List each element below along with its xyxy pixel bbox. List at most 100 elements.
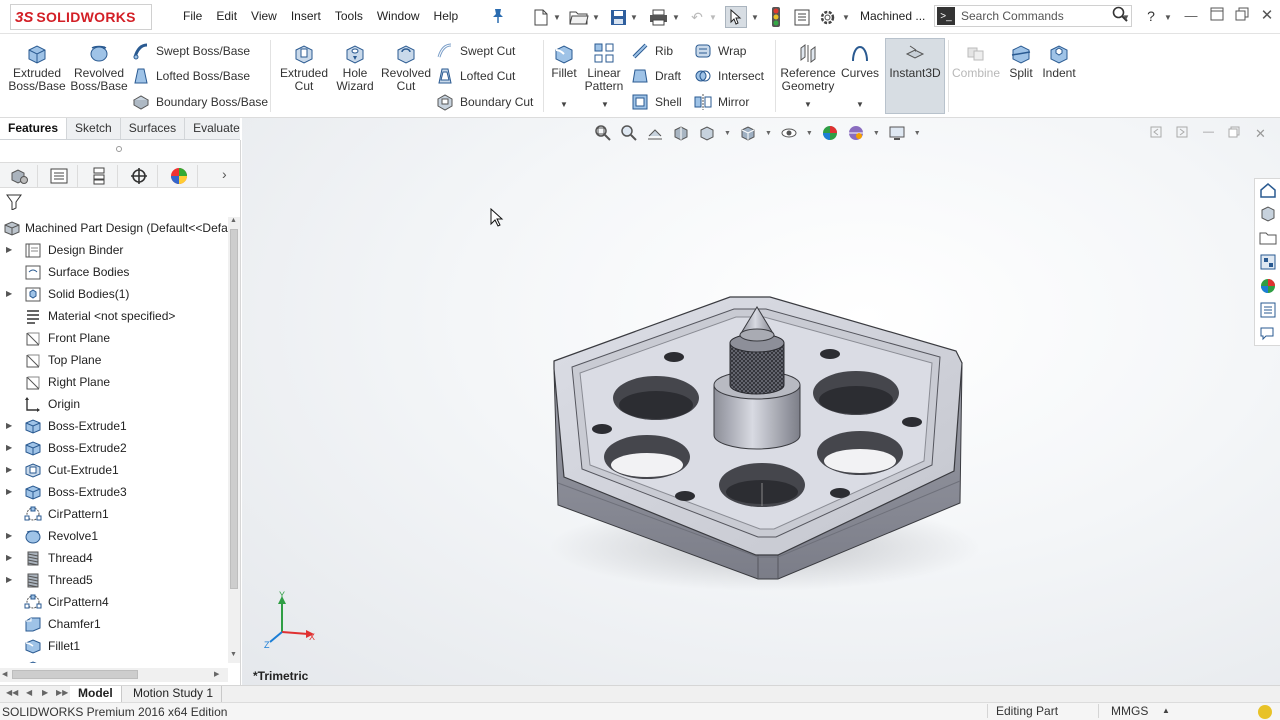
print-dropdown-icon[interactable]: ▼ [672, 6, 680, 28]
expand-arrow-icon[interactable]: ▶ [6, 465, 12, 474]
tab-next-arrow-icon[interactable]: ▶ [42, 688, 48, 697]
help-icon[interactable]: ? [1142, 7, 1160, 25]
menu-view[interactable]: View [244, 9, 284, 23]
curves-button[interactable]: Curves [840, 42, 880, 80]
tree-item[interactable]: ▶ Cut-Extrude1 [0, 459, 228, 481]
display-style-icon[interactable] [739, 124, 757, 142]
shell-button[interactable]: Shell [631, 93, 682, 111]
indent-button[interactable]: Indent [1040, 42, 1078, 80]
lofted-cut-button[interactable]: Lofted Cut [436, 67, 515, 85]
tab-first-arrow-icon[interactable]: ◀◀ [6, 688, 18, 697]
menu-help[interactable]: Help [427, 9, 466, 23]
curves-dropdown-icon[interactable]: ▼ [856, 100, 864, 109]
hole-wizard-button[interactable]: Hole Wizard [334, 42, 376, 93]
swept-cut-button[interactable]: Swept Cut [436, 42, 515, 60]
tree-item[interactable]: Fillet1 [0, 635, 228, 657]
view-settings-dropdown-icon[interactable]: ▼ [914, 130, 921, 137]
unit-system-dropdown-icon[interactable]: ▲ [1162, 706, 1170, 715]
appearances-scenes-icon[interactable] [1259, 277, 1277, 295]
section-view-icon[interactable] [672, 124, 690, 142]
select-dropdown-icon[interactable]: ▼ [751, 6, 759, 28]
display-manager-tab-icon[interactable] [160, 165, 198, 187]
tree-scroll-thumb[interactable] [230, 229, 238, 589]
hide-show-dropdown-icon[interactable]: ▼ [806, 130, 813, 137]
expand-arrow-icon[interactable]: ▶ [6, 245, 12, 254]
filter-icon[interactable] [6, 194, 22, 211]
undo-icon[interactable]: ↶ [687, 6, 707, 28]
tree-item[interactable]: Right Plane [0, 371, 228, 393]
property-manager-tab-icon[interactable] [40, 165, 78, 187]
tree-item[interactable]: ▶ Boss-Extrude1 [0, 415, 228, 437]
menu-insert[interactable]: Insert [284, 9, 328, 23]
scroll-left-arrow-icon[interactable]: ◀ [2, 670, 7, 678]
minimize-icon[interactable]: — [1182, 7, 1200, 25]
reference-geometry-dropdown-icon[interactable]: ▼ [804, 100, 812, 109]
panel-splitter-handle[interactable] [116, 146, 122, 152]
file-explorer-icon[interactable] [1259, 229, 1277, 247]
tree-item[interactable]: ▶ Boss-Extrude2 [0, 437, 228, 459]
tree-item[interactable]: CirPattern1 [0, 503, 228, 525]
tree-hscroll-thumb[interactable] [12, 670, 138, 679]
menu-file[interactable]: File [176, 9, 209, 23]
search-commands-box[interactable]: >_ Search Commands [934, 5, 1132, 27]
expand-arrow-icon[interactable]: ▶ [6, 289, 12, 298]
new-dropdown-icon[interactable]: ▼ [553, 6, 561, 28]
expand-arrow-icon[interactable]: ▶ [6, 421, 12, 430]
file-properties-icon[interactable] [792, 6, 812, 28]
print-icon[interactable] [647, 6, 669, 28]
rib-button[interactable]: Rib [631, 42, 673, 60]
viewport-minimize-icon[interactable]: — [1203, 126, 1214, 138]
pin-icon[interactable] [491, 8, 505, 24]
tree-item[interactable]: Chamfer1 [0, 613, 228, 635]
scroll-right-arrow-icon[interactable]: ▶ [214, 670, 219, 678]
tree-horizontal-scrollbar[interactable]: ◀ ▶ [0, 668, 228, 682]
expand-arrow-icon[interactable]: ▶ [6, 487, 12, 496]
rebuild-traffic-light-icon[interactable] [768, 6, 784, 28]
linear-pattern-dropdown-icon[interactable]: ▼ [601, 100, 609, 109]
open-folder-icon[interactable] [568, 6, 590, 28]
menu-tools[interactable]: Tools [328, 9, 370, 23]
fillet-dropdown-icon[interactable]: ▼ [560, 100, 568, 109]
restore-window-icon[interactable] [1208, 7, 1226, 25]
tab-motion-study-1[interactable]: Motion Study 1 [125, 686, 223, 702]
close-icon[interactable]: ✕ [1258, 7, 1276, 25]
search-dropdown-icon[interactable]: ▼ [1122, 6, 1130, 28]
viewport-previous-icon[interactable] [1150, 126, 1162, 141]
scroll-down-arrow-icon[interactable]: ▼ [230, 651, 237, 658]
expand-arrow-icon[interactable]: ▶ [6, 443, 12, 452]
search-input[interactable]: Search Commands [961, 9, 1109, 23]
solidworks-logo[interactable]: 3S SOLIDWORKS [10, 4, 152, 30]
feature-manager-tab-icon[interactable] [0, 165, 38, 187]
tree-item[interactable]: ▶ Thread5 [0, 569, 228, 591]
select-cursor-icon[interactable] [725, 6, 747, 28]
menu-window[interactable]: Window [370, 9, 427, 23]
lofted-boss-button[interactable]: Lofted Boss/Base [132, 67, 250, 85]
draft-button[interactable]: Draft [631, 67, 681, 85]
tree-root-part[interactable]: Machined Part Design (Default<<Defa [0, 217, 228, 239]
tab-surfaces[interactable]: Surfaces [121, 118, 186, 139]
view-orientation-dropdown-icon[interactable]: ▼ [724, 130, 731, 137]
view-palette-icon[interactable] [1259, 253, 1277, 271]
extruded-boss-button[interactable]: Extruded Boss/Base [8, 42, 66, 93]
rebuild-hint-icon[interactable] [1258, 705, 1272, 719]
view-orientation-icon[interactable] [698, 124, 716, 142]
zoom-to-fit-icon[interactable] [594, 124, 612, 142]
hide-show-items-icon[interactable] [780, 124, 798, 142]
tree-item[interactable]: ▶ Design Binder [0, 239, 228, 261]
expand-arrow-icon[interactable]: ▶ [6, 553, 12, 562]
mirror-button[interactable]: Mirror [694, 93, 749, 111]
fillet-button[interactable]: Fillet [548, 42, 580, 80]
viewport-close-icon[interactable]: ✕ [1255, 126, 1266, 142]
tab-model[interactable]: Model [70, 686, 122, 702]
tab-features[interactable]: Features [0, 118, 68, 139]
configuration-manager-tab-icon[interactable] [80, 165, 118, 187]
tree-vertical-scrollbar[interactable]: ▲ ▼ [228, 217, 240, 663]
apply-scene-icon[interactable] [847, 124, 865, 142]
previous-view-icon[interactable] [646, 124, 664, 142]
tree-item[interactable]: Material <not specified> [0, 305, 228, 327]
options-dropdown-icon[interactable]: ▼ [842, 6, 850, 28]
tab-prev-arrow-icon[interactable]: ◀ [26, 688, 32, 697]
custom-properties-icon[interactable] [1259, 301, 1277, 319]
open-dropdown-icon[interactable]: ▼ [592, 6, 600, 28]
apply-scene-dropdown-icon[interactable]: ▼ [873, 130, 880, 137]
